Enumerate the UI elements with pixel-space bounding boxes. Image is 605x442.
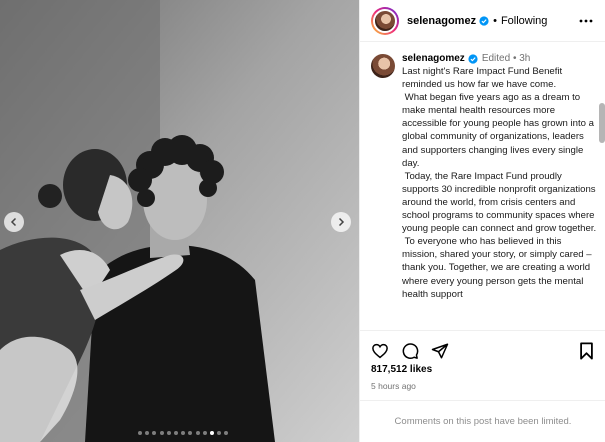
carousel-dot [224,431,229,435]
chevron-right-icon [338,217,345,227]
carousel-dot [195,431,200,435]
chevron-left-icon [10,217,17,227]
carousel-indicator [138,431,229,435]
carousel-dot [145,431,150,435]
verified-badge-icon [479,15,489,26]
header-separator: • [493,14,497,27]
caption-text: Last night's Rare Impact Fund Benefit re… [402,66,597,300]
post-media[interactable] [0,0,359,442]
caption: selenagomez Edited • 3h Last night's Rar… [360,43,605,301]
avatar [373,8,397,33]
carousel-dot [152,431,157,435]
caption-meta: Edited • 3h [481,53,531,64]
post-timestamp[interactable]: 5 hours ago [371,381,416,391]
scrollbar[interactable] [599,103,605,143]
carousel-dot [202,431,207,435]
more-options-icon[interactable] [579,15,593,27]
post-sidebar: selenagomez • Following selenagomez Edit… [359,0,605,442]
next-slide-button[interactable] [331,212,351,232]
carousel-dot [181,431,186,435]
post-header: selenagomez • Following [360,0,605,42]
author-avatar-ring[interactable] [371,6,399,35]
carousel-dot [217,431,222,435]
heart-icon[interactable] [371,342,389,360]
comments-limited-notice: Comments on this post have been limited. [360,400,605,442]
carousel-dot [209,431,214,435]
carousel-dot [138,431,142,435]
carousel-dot [188,431,193,435]
comment-icon[interactable] [401,342,419,360]
likes-count[interactable]: 817,512 likes [371,364,432,375]
author-username[interactable]: selenagomez [407,15,476,27]
comments-area[interactable]: selenagomez Edited • 3h Last night's Rar… [360,43,605,328]
share-icon[interactable] [431,342,449,360]
post-photo [0,0,359,442]
carousel-dot [166,431,171,435]
previous-slide-button[interactable] [4,212,24,232]
following-button[interactable]: Following [501,15,547,27]
caption-username[interactable]: selenagomez [402,53,465,65]
carousel-dot [159,431,164,435]
bookmark-icon[interactable] [579,342,594,360]
verified-badge-icon [468,54,478,64]
carousel-dot [173,431,178,435]
caption-avatar[interactable] [371,54,395,78]
